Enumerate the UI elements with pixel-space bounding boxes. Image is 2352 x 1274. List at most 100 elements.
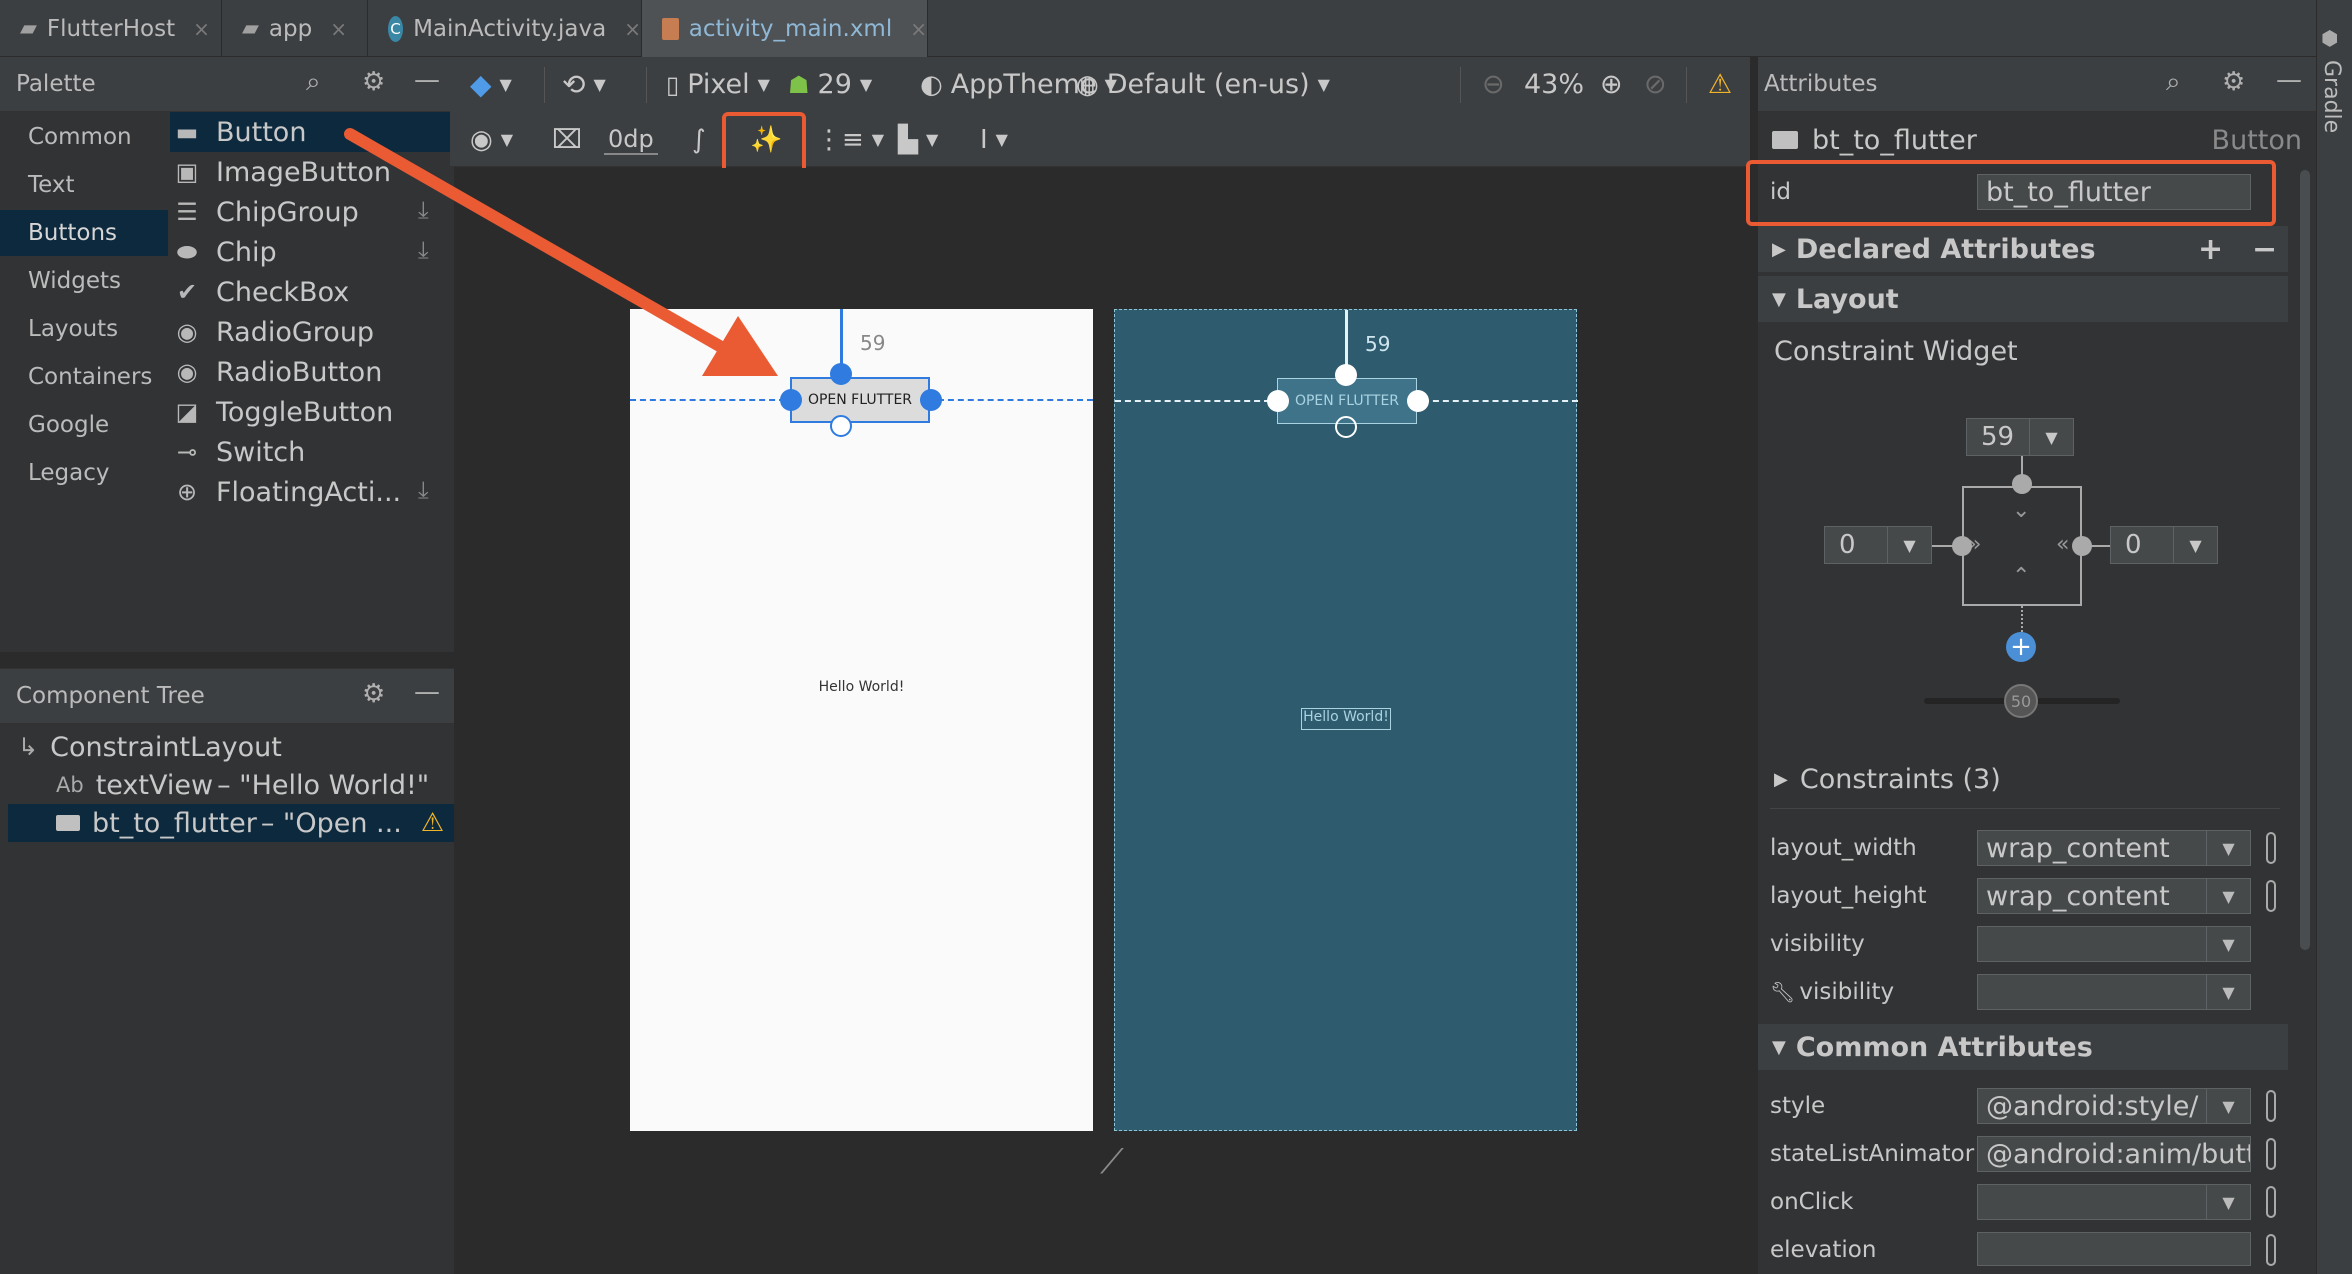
search-icon[interactable]: ⌕ <box>2166 69 2181 95</box>
constraints-expander[interactable]: ▶ Constraints (3) <box>1774 764 2001 795</box>
tree-item-textview[interactable]: Ab textView – "Hello World!" <box>8 766 454 804</box>
zoom-fit-button[interactable]: ⊘ <box>1644 57 1667 112</box>
blueprint-preview[interactable]: 59 OPEN FLUTTER Hello World! <box>1114 309 1578 1131</box>
toggle-button-icon: ◪ <box>175 398 199 426</box>
align-button[interactable]: ▙ ▼ <box>898 112 938 167</box>
chevron-down-icon: ▼ <box>593 75 606 94</box>
category-widgets[interactable]: Widgets <box>0 258 168 304</box>
top-anchor-handle[interactable] <box>830 363 852 385</box>
hello-world-text-blueprint[interactable]: Hello World! <box>1301 708 1391 730</box>
locale-dropdown[interactable]: ◍ Default (en-us) ▼ <box>1076 57 1330 112</box>
onclick-dropdown[interactable]: ▼ <box>1977 1184 2251 1220</box>
hello-world-text[interactable]: Hello World! <box>630 679 1093 695</box>
minimize-icon[interactable]: — <box>2276 67 2302 93</box>
pack-button[interactable]: Ⅰ ▼ <box>980 112 1008 167</box>
visibility-dropdown[interactable]: ▼ <box>1977 926 2251 962</box>
constraint-left-margin-dropdown[interactable]: 0 ▼ <box>1824 526 1932 564</box>
device-dropdown[interactable]: ▯ Pixel ▼ <box>666 57 770 112</box>
common-attributes-section[interactable]: ▼ Common Attributes <box>1758 1024 2288 1070</box>
right-constraint-handle[interactable] <box>2072 536 2092 556</box>
constraint-top-margin-dropdown[interactable]: 59 ▼ <box>1966 418 2074 456</box>
resource-picker-icon[interactable] <box>2266 1186 2276 1218</box>
tree-item-bt-to-flutter[interactable]: bt_to_flutter – "Open ... ⚠ <box>8 804 454 842</box>
resource-picker-icon[interactable] <box>2266 1090 2276 1122</box>
left-anchor-handle[interactable] <box>1267 390 1289 412</box>
close-icon[interactable]: × <box>624 17 641 41</box>
attributes-scrollbar[interactable] <box>2300 170 2310 950</box>
tab-app[interactable]: ▰ app × <box>222 0 368 57</box>
search-icon[interactable]: ⌕ <box>306 69 321 95</box>
constraint-right-margin-dropdown[interactable]: 0 ▼ <box>2110 526 2218 564</box>
tools-visibility-dropdown[interactable]: ▼ <box>1977 974 2251 1010</box>
gradle-side-tab[interactable]: Gradle <box>2319 60 2344 133</box>
open-flutter-button[interactable]: OPEN FLUTTER <box>790 377 930 423</box>
top-anchor-handle[interactable] <box>1335 364 1357 386</box>
category-legacy[interactable]: Legacy <box>0 450 168 496</box>
palette-item-switch[interactable]: ⊸ Switch <box>172 433 305 471</box>
remove-icon[interactable]: − <box>2252 232 2277 267</box>
warning-button[interactable]: ⚠ <box>1708 57 1732 112</box>
add-constraint-icon[interactable]: + <box>2006 632 2036 662</box>
warning-icon: ⚠ <box>1708 69 1733 100</box>
design-preview[interactable]: 59 OPEN FLUTTER Hello World! <box>630 309 1093 1131</box>
left-constraint-handle[interactable] <box>1952 536 1972 556</box>
tab-flutterhost[interactable]: ▰ FlutterHost × <box>0 0 222 57</box>
guidelines-icon: ⋮≡ <box>816 124 864 155</box>
zoom-in-button[interactable]: ⊕ <box>1600 57 1623 112</box>
add-icon[interactable]: + <box>2198 232 2223 267</box>
resource-picker-icon[interactable] <box>2266 1234 2276 1266</box>
palette-item-chip[interactable]: ⬬ Chip <box>172 233 277 271</box>
category-text[interactable]: Text <box>0 162 168 208</box>
category-buttons[interactable]: Buttons <box>0 210 168 256</box>
category-layouts[interactable]: Layouts <box>0 306 168 352</box>
palette-item-togglebutton[interactable]: ◪ ToggleButton <box>172 393 394 431</box>
statelistanimator-field[interactable]: @android:anim/butto <box>1977 1136 2251 1172</box>
palette-item-checkbox[interactable]: ✔ CheckBox <box>172 273 349 311</box>
style-label: style <box>1770 1093 1826 1119</box>
category-containers[interactable]: Containers <box>0 354 168 400</box>
minimize-icon[interactable]: — <box>414 679 440 705</box>
category-common[interactable]: Common <box>0 114 168 160</box>
toolbar-separator <box>544 67 545 103</box>
top-constraint-handle[interactable] <box>2012 474 2032 494</box>
right-anchor-handle[interactable] <box>1407 390 1429 412</box>
palette-item-floatingactionbutton[interactable]: ⊕ FloatingActi... <box>172 473 401 511</box>
layout-height-dropdown[interactable]: wrap_content ▼ <box>1977 878 2251 914</box>
minimize-icon[interactable]: — <box>414 67 440 93</box>
warning-icon[interactable]: ⚠ <box>421 808 444 838</box>
bottom-anchor-handle[interactable] <box>1335 416 1357 438</box>
palette-item-button[interactable]: ▬ Button <box>172 113 307 151</box>
close-icon[interactable]: × <box>910 17 927 41</box>
statelistanimator-label: stateListAnimator <box>1770 1141 1975 1167</box>
right-anchor-handle[interactable] <box>920 389 942 411</box>
gear-icon[interactable]: ⚙ <box>362 681 385 707</box>
close-icon[interactable]: × <box>330 17 347 41</box>
resize-handle[interactable]: ⟋ <box>1100 1142 1140 1182</box>
gear-icon[interactable]: ⚙ <box>362 69 385 95</box>
resource-picker-icon[interactable] <box>2266 832 2276 864</box>
layout-width-dropdown[interactable]: wrap_content ▼ <box>1977 830 2251 866</box>
elevation-field[interactable] <box>1977 1232 2251 1266</box>
layout-section[interactable]: ▼ Layout <box>1758 276 2288 322</box>
design-surface-button[interactable]: ◆ ▼ <box>470 57 512 112</box>
style-dropdown[interactable]: @android:style/▼ <box>1977 1088 2251 1124</box>
download-icon[interactable]: ⤓ <box>418 476 429 504</box>
bias-slider-thumb[interactable]: 50 <box>2004 684 2038 718</box>
resource-picker-icon[interactable] <box>2266 880 2276 912</box>
zoom-out-button[interactable]: ⊖ <box>1482 57 1505 112</box>
declared-attributes-section[interactable]: ▶ Declared Attributes + − <box>1758 226 2288 272</box>
guidelines-button[interactable]: ⋮≡ ▼ <box>816 112 884 167</box>
gear-icon[interactable]: ⚙ <box>2222 69 2245 95</box>
orientation-button[interactable]: ⟲ ▼ <box>562 57 606 112</box>
resource-picker-icon[interactable] <box>2266 1138 2276 1170</box>
tab-mainactivity[interactable]: C MainActivity.java × <box>368 0 642 57</box>
button-icon <box>56 815 80 831</box>
tab-activity-main[interactable]: activity_main.xml × <box>642 0 928 57</box>
category-google[interactable]: Google <box>0 402 168 448</box>
tree-item-constraintlayout[interactable]: ↳ ConstraintLayout <box>8 728 454 766</box>
api-dropdown[interactable]: ☗ 29 ▼ <box>788 57 872 112</box>
left-anchor-handle[interactable] <box>780 389 802 411</box>
right-tool-strip: ⬢ Gradle <box>2316 0 2352 1274</box>
bottom-anchor-handle[interactable] <box>830 415 852 437</box>
close-icon[interactable]: × <box>193 17 210 41</box>
